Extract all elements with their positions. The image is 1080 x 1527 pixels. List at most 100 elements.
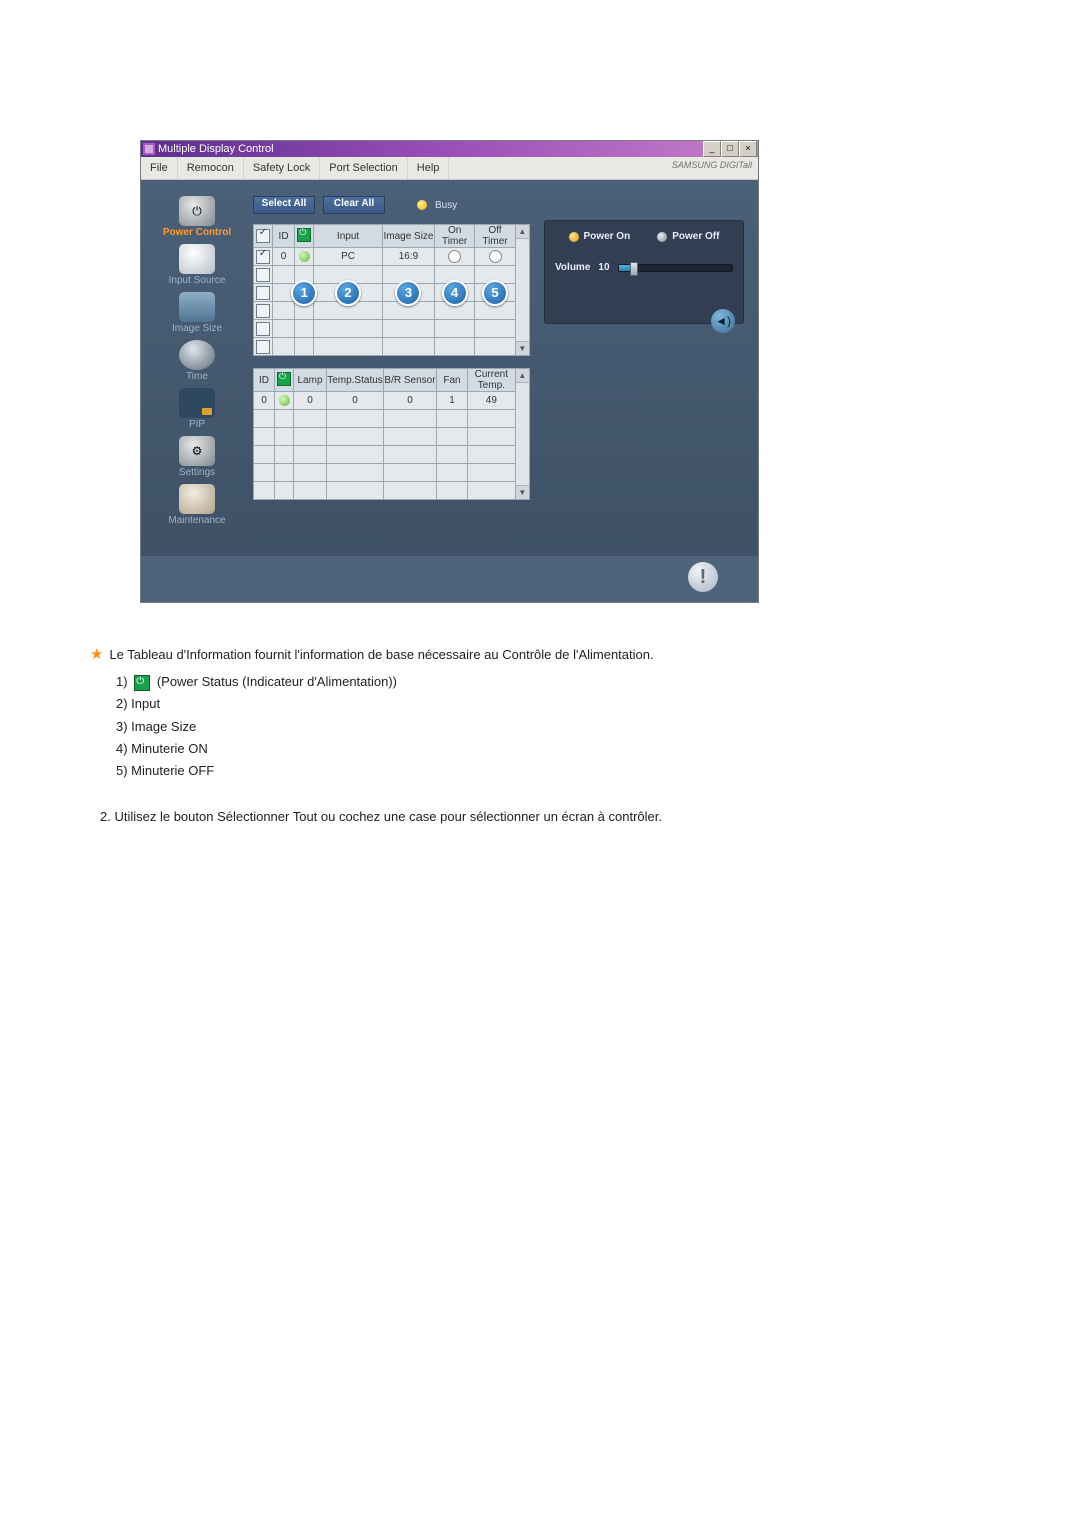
volume-value: 10 (598, 262, 609, 273)
sidebar: ⏻ Power Control Input Source Image Size … (155, 196, 239, 542)
app-window: Multiple Display Control _ □ × File Remo… (140, 140, 759, 603)
col-fan: Fan (437, 369, 468, 392)
busy-indicator-icon (417, 200, 427, 210)
minimize-button[interactable]: _ (703, 141, 721, 157)
col-temp-status: Temp.Status (327, 369, 384, 392)
row-checkbox[interactable] (256, 286, 270, 300)
table-row[interactable]: 0 0 0 0 1 49 (254, 392, 516, 410)
col-current-temp: Current Temp. (468, 369, 516, 392)
menu-file[interactable]: File (141, 157, 178, 179)
status-bar: ! (141, 556, 758, 602)
scroll-up-icon[interactable]: ▲ (516, 369, 529, 383)
row-checkbox[interactable] (256, 268, 270, 282)
scroll-down-icon[interactable]: ▼ (516, 341, 529, 355)
col-br-sensor: B/R Sensor (384, 369, 437, 392)
table-row[interactable] (254, 464, 516, 482)
maintenance-icon (179, 484, 215, 514)
power-panel: Power On Power Off Volume 10 (544, 220, 744, 324)
on-timer-icon (448, 250, 461, 263)
header-checkbox[interactable] (256, 229, 270, 243)
pip-icon (179, 388, 215, 418)
intro-text: Le Tableau d'Information fournit l'infor… (109, 647, 653, 662)
titlebar: Multiple Display Control _ □ × (141, 141, 758, 157)
power-status-icon (299, 251, 310, 262)
menu-remocon[interactable]: Remocon (178, 157, 244, 179)
legend-item-1: 1) (Power Status (Indicateur d'Alimentat… (116, 672, 990, 692)
table-row[interactable] (254, 266, 516, 284)
sidebar-item-input-source[interactable]: Input Source (155, 244, 239, 291)
col-input: Input (314, 225, 383, 248)
image-size-icon (179, 292, 215, 322)
table-row[interactable]: 0 PC 16:9 (254, 248, 516, 266)
speaker-icon[interactable]: ◄) (711, 309, 735, 333)
volume-label: Volume (555, 262, 590, 273)
volume-slider[interactable] (618, 264, 733, 272)
display-info-table: ID Input Image Size On Timer Off Timer 0 (253, 224, 530, 356)
star-icon: ★ (90, 646, 103, 663)
brand-label: SAMSUNG DIGITall (672, 160, 752, 170)
table-row[interactable] (254, 320, 516, 338)
sidebar-item-power-control[interactable]: ⏻ Power Control (155, 196, 239, 243)
sidebar-item-time[interactable]: Time (155, 340, 239, 387)
menu-safety-lock[interactable]: Safety Lock (244, 157, 320, 179)
callout-3: 3 (395, 280, 421, 306)
callout-2: 2 (335, 280, 361, 306)
power-off-button[interactable]: Power Off (657, 231, 719, 242)
legend-item-4: 4) Minuterie ON (116, 739, 990, 759)
busy-label: Busy (435, 200, 457, 211)
sidebar-item-image-size[interactable]: Image Size (155, 292, 239, 339)
menu-help[interactable]: Help (408, 157, 450, 179)
power-control-icon: ⏻ (179, 196, 215, 226)
table-row[interactable] (254, 410, 516, 428)
clear-all-button[interactable]: Clear All (323, 196, 385, 214)
col-off-timer: Off Timer (475, 225, 515, 248)
table-row[interactable]: 1 2 3 4 5 (254, 284, 516, 302)
power-off-icon (657, 232, 667, 242)
legend-item-5: 5) Minuterie OFF (116, 761, 990, 781)
table-row[interactable] (254, 338, 516, 356)
input-source-icon (179, 244, 215, 274)
table-row[interactable] (254, 302, 516, 320)
row-checkbox[interactable] (256, 322, 270, 336)
sidebar-item-settings[interactable]: ⚙ Settings (155, 436, 239, 483)
status-table: ID Lamp Temp.Status B/R Sensor Fan Curre… (253, 368, 530, 500)
table-row[interactable] (254, 446, 516, 464)
row-checkbox[interactable] (256, 340, 270, 354)
power-on-icon (569, 232, 579, 242)
article-body: ★ Le Tableau d'Information fournit l'info… (0, 603, 1080, 827)
maximize-button[interactable]: □ (721, 141, 739, 157)
note-2: 2. Utilisez le bouton Sélectionner Tout … (100, 807, 990, 827)
callout-4: 4 (442, 280, 468, 306)
row-checkbox[interactable] (256, 250, 270, 264)
time-icon (179, 340, 215, 370)
sidebar-item-maintenance[interactable]: Maintenance (155, 484, 239, 531)
col-image-size: Image Size (383, 225, 435, 248)
scrollbar[interactable]: ▲ ▼ (516, 368, 530, 500)
menubar: File Remocon Safety Lock Port Selection … (141, 157, 758, 180)
sidebar-item-pip[interactable]: PIP (155, 388, 239, 435)
scroll-up-icon[interactable]: ▲ (516, 225, 529, 239)
app-icon (143, 143, 155, 155)
legend-item-2: 2) Input (116, 694, 990, 714)
col-lamp: Lamp (294, 369, 327, 392)
menu-port-selection[interactable]: Port Selection (320, 157, 407, 179)
power-status-icon (279, 395, 290, 406)
power-header-icon (297, 228, 311, 242)
settings-icon: ⚙ (179, 436, 215, 466)
row-checkbox[interactable] (256, 304, 270, 318)
legend-item-3: 3) Image Size (116, 717, 990, 737)
col-id: ID (272, 225, 294, 248)
power-header-icon (277, 372, 291, 386)
scrollbar[interactable]: ▲ ▼ (516, 224, 530, 356)
select-all-button[interactable]: Select All (253, 196, 315, 214)
callout-5: 5 (482, 280, 508, 306)
off-timer-icon (489, 250, 502, 263)
col-id: ID (254, 369, 275, 392)
scroll-down-icon[interactable]: ▼ (516, 485, 529, 499)
close-button[interactable]: × (739, 141, 757, 157)
col-on-timer: On Timer (434, 225, 474, 248)
power-on-button[interactable]: Power On (569, 231, 631, 242)
table-row[interactable] (254, 428, 516, 446)
table-row[interactable] (254, 482, 516, 500)
info-icon[interactable]: ! (688, 562, 718, 592)
